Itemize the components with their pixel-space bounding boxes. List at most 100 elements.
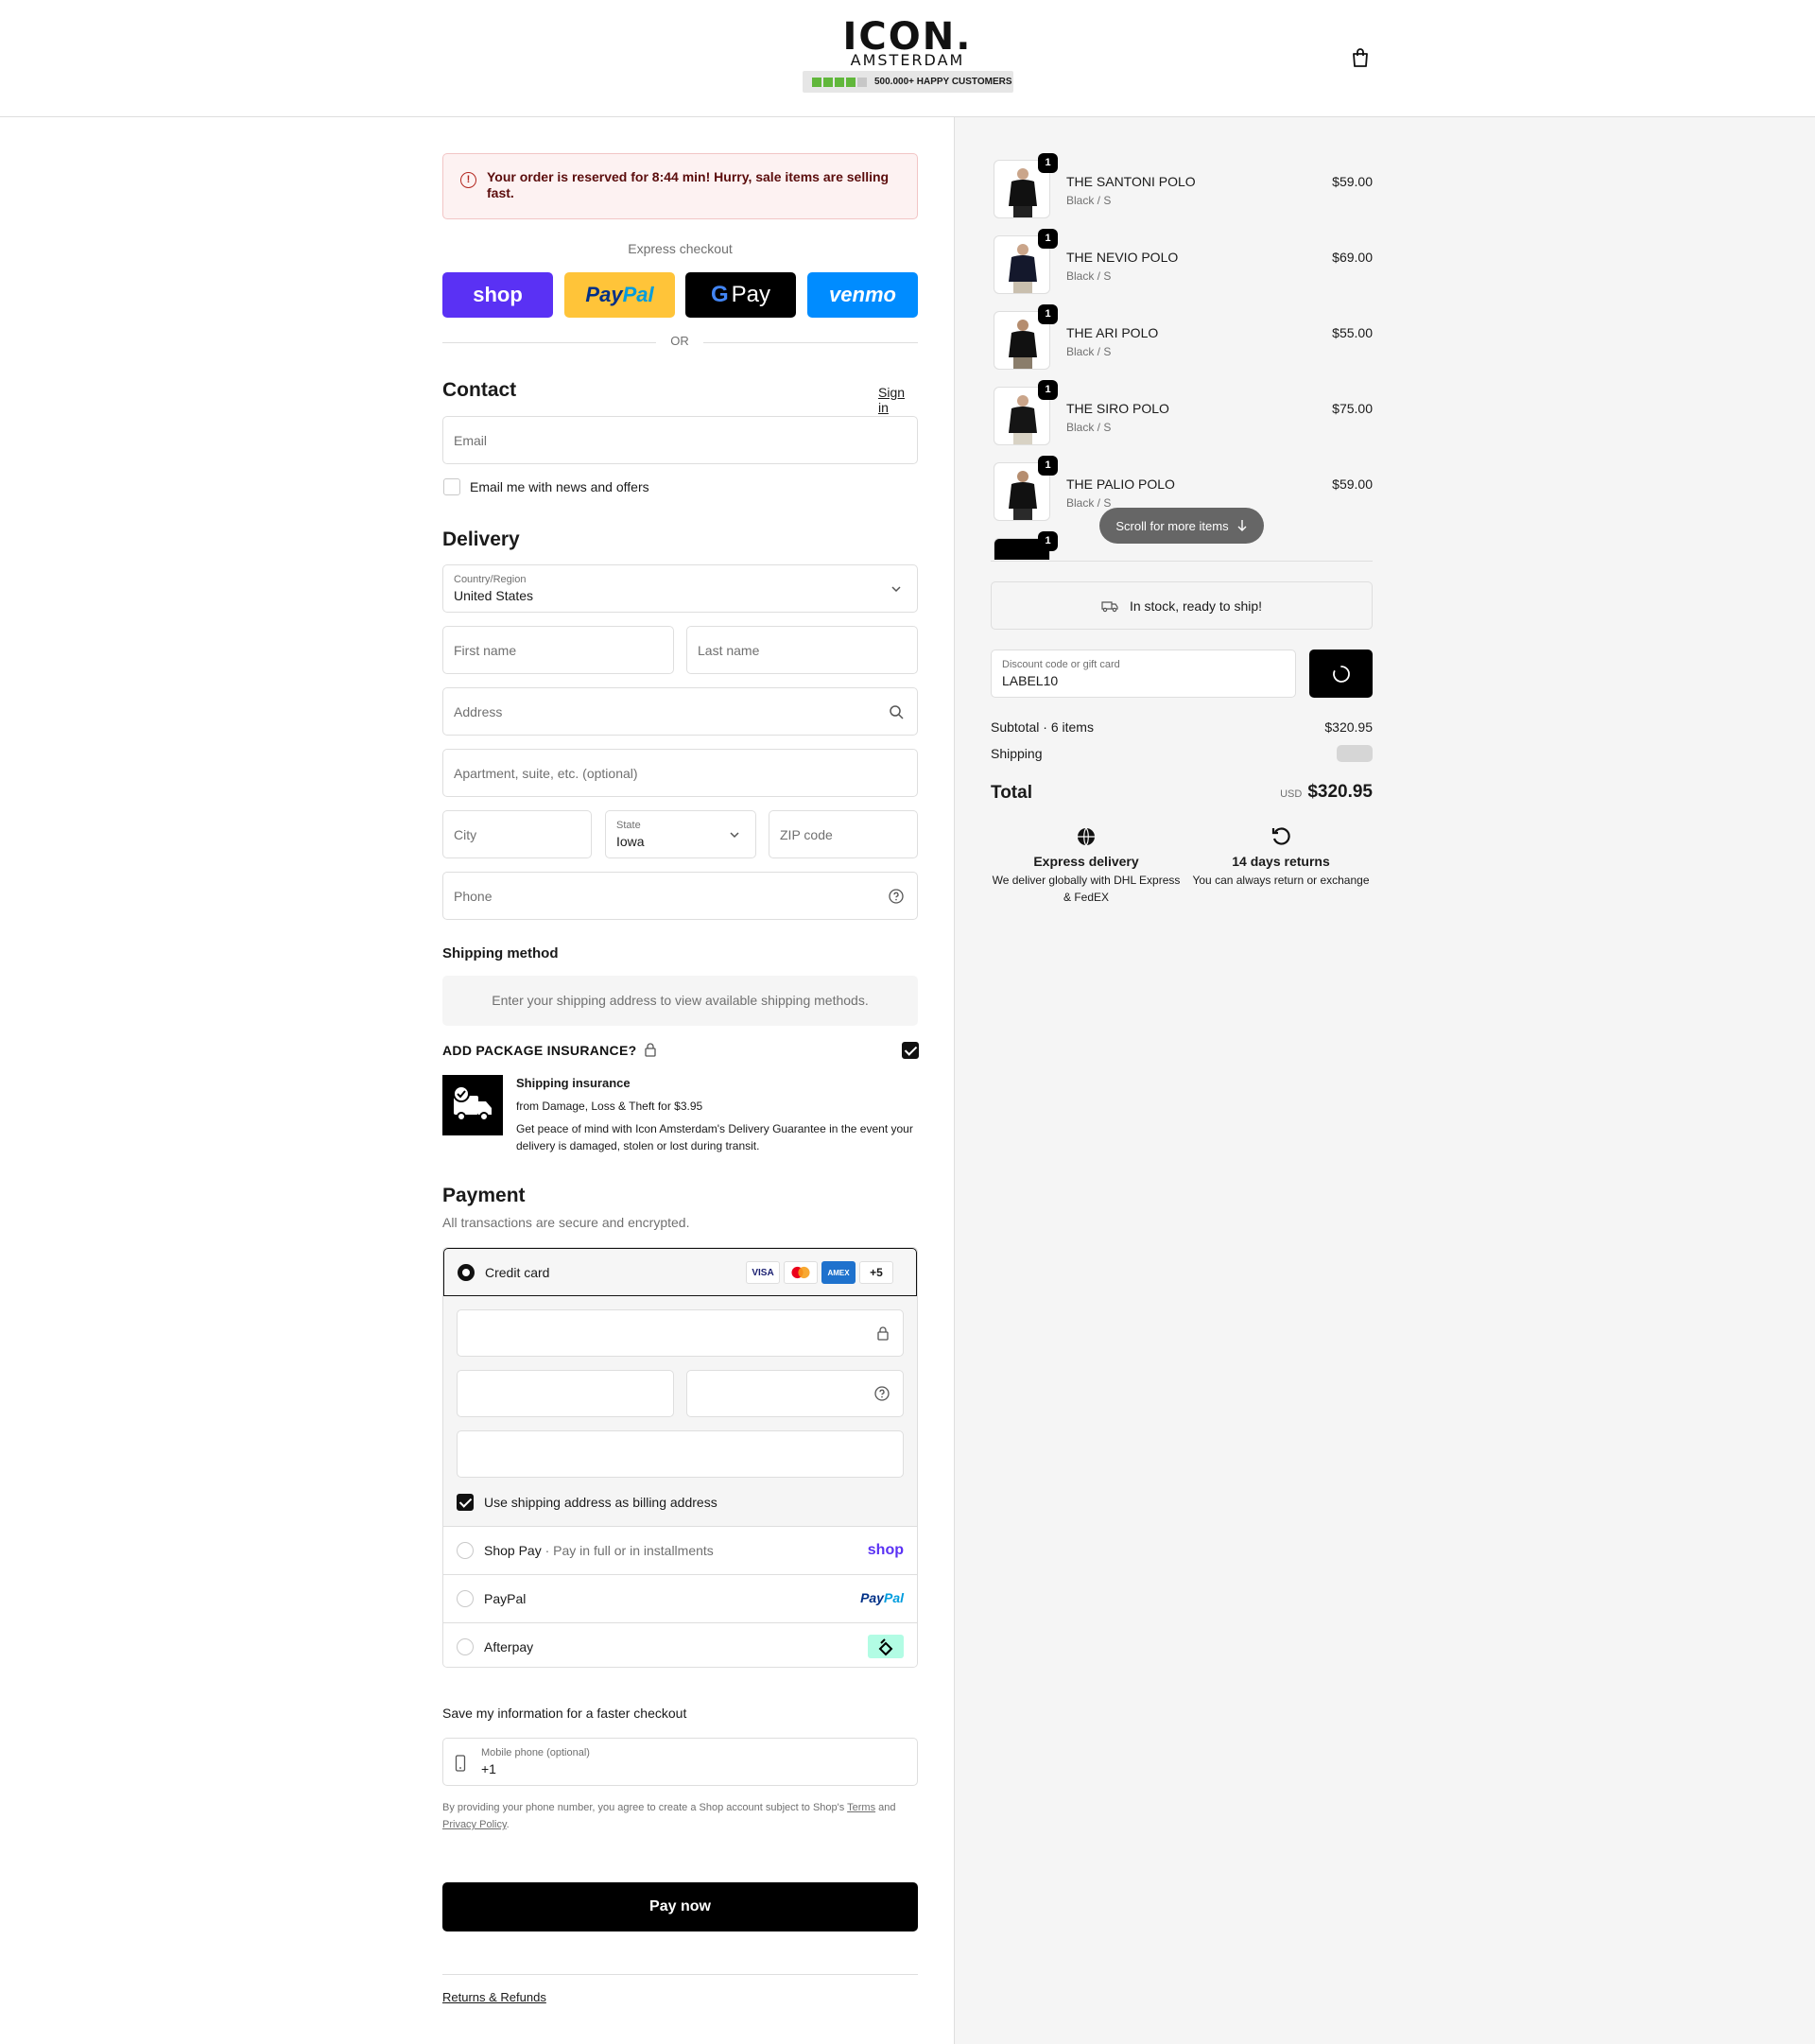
sign-in-link[interactable]: Sign in: [878, 385, 918, 415]
return-arrow-icon: [1271, 827, 1290, 845]
venmo-button[interactable]: venmo: [807, 272, 918, 318]
shipping-method-title: Shipping method: [442, 945, 559, 961]
pay-now-button[interactable]: Pay now: [442, 1882, 918, 1931]
footer-divider: [442, 1974, 918, 1975]
country-select[interactable]: Country/Region United States: [442, 564, 918, 613]
save-info-label: Save my information for a faster checkou…: [442, 1706, 687, 1721]
zip-field[interactable]: ZIP code: [769, 810, 918, 858]
credit-card-form: Use shipping address as billing address: [443, 1296, 917, 1526]
item-name: THE NEVIO POLO: [1066, 250, 1179, 265]
total-value: $320.95: [1307, 782, 1373, 802]
state-select[interactable]: State Iowa: [605, 810, 756, 858]
credit-card-option[interactable]: Credit card VISA AMEX +5: [443, 1248, 917, 1296]
trust-badge: 500.000+ HAPPY CUSTOMERS: [803, 71, 1013, 93]
paypal-radio[interactable]: [457, 1590, 474, 1607]
state-label: State: [616, 820, 641, 831]
expiry-field[interactable]: [457, 1370, 674, 1417]
credit-card-radio[interactable]: [458, 1264, 475, 1281]
last-name-placeholder: Last name: [698, 643, 760, 658]
legal-text-end: .: [506, 1819, 510, 1830]
discount-value: LABEL10: [1002, 673, 1059, 688]
item-name: THE PALIO POLO: [1066, 476, 1175, 492]
paypal-button[interactable]: Pay Pal: [564, 272, 675, 318]
brand-logo[interactable]: ICON. AMSTERDAM: [804, 17, 1011, 68]
phone-field[interactable]: Phone: [442, 872, 918, 920]
privacy-policy-link[interactable]: Privacy Policy: [442, 1819, 507, 1830]
returns-refunds-link[interactable]: Returns & Refunds: [442, 1990, 546, 2004]
google-pay-button[interactable]: G Pay: [685, 272, 796, 318]
google-g-icon: G: [710, 282, 729, 307]
visa-icon: VISA: [746, 1261, 780, 1284]
star-icon: [857, 77, 867, 87]
express-delivery-feature: Express delivery We deliver globally wit…: [991, 824, 1182, 906]
insurance-checkbox[interactable]: [902, 1042, 919, 1059]
payment-methods: Credit card VISA AMEX +5 Use shipping ad…: [442, 1247, 918, 1668]
mobile-phone-value: +1: [481, 1761, 496, 1776]
news-label: Email me with news and offers: [470, 479, 649, 494]
alert-circle-icon: !: [460, 172, 476, 188]
scroll-more-items-button[interactable]: Scroll for more items: [1099, 508, 1264, 544]
apply-discount-button[interactable]: [1309, 650, 1373, 698]
terms-link[interactable]: Terms: [847, 1802, 875, 1813]
delivery-truck-icon: [1101, 600, 1118, 612]
item-variant: Black / S: [1066, 269, 1112, 283]
item-variant: Black / S: [1066, 345, 1112, 358]
gpay-text: Pay: [731, 282, 771, 307]
item-name: THE SANTONI POLO: [1066, 174, 1196, 189]
item-variant: Black / S: [1066, 194, 1112, 207]
name-on-card-field[interactable]: [457, 1430, 904, 1478]
feature-title: 14 days returns: [1232, 854, 1330, 869]
total-label: Total: [991, 783, 1032, 803]
cart-items-list[interactable]: 1 THE SANTONI POLO Black / S $59.00 1 TH…: [991, 153, 1373, 560]
email-field[interactable]: Email: [442, 416, 918, 464]
security-code-field[interactable]: [686, 1370, 904, 1417]
subtotal-label: Subtotal · 6 items: [991, 719, 1094, 735]
shopping-bag-icon[interactable]: [1350, 47, 1371, 68]
shipping-method-message: Enter your shipping address to view avai…: [442, 976, 918, 1026]
help-circle-icon[interactable]: [889, 889, 904, 904]
or-text: OR: [656, 334, 703, 348]
shop-pay-radio[interactable]: [457, 1542, 474, 1559]
quantity-badge: 1: [1038, 380, 1058, 400]
first-name-field[interactable]: First name: [442, 626, 674, 674]
billing-address-checkbox[interactable]: [457, 1494, 474, 1511]
news-checkbox[interactable]: [443, 478, 460, 495]
shop-pay-sub: · Pay in full or in installments: [544, 1543, 714, 1558]
feature-title: Express delivery: [1033, 854, 1139, 869]
mastercard-icon: [784, 1261, 818, 1284]
payment-title: Payment: [442, 1185, 526, 1206]
legal-text-a: By providing your phone number, you agre…: [442, 1802, 845, 1813]
address-field[interactable]: Address: [442, 687, 918, 736]
total-amount: USD $320.95: [1280, 782, 1373, 803]
cart-item: 1 THE SANTONI POLO Black / S $59.00: [991, 153, 1373, 218]
paypal-option[interactable]: PayPal PayPal: [443, 1574, 917, 1622]
email-placeholder: Email: [454, 433, 488, 448]
insurance-description: Get peace of mind with Icon Amsterdam's …: [516, 1122, 913, 1152]
shop-logo: shop: [867, 1542, 904, 1558]
country-label: Country/Region: [454, 574, 527, 585]
shop-pay-name: Shop Pay: [484, 1543, 542, 1558]
shop-pay-button[interactable]: shop: [442, 272, 553, 318]
credit-card-label: Credit card: [485, 1265, 550, 1280]
item-price: $69.00: [1332, 250, 1373, 265]
city-field[interactable]: City: [442, 810, 592, 858]
star-icon: [823, 77, 833, 87]
apartment-field[interactable]: Apartment, suite, etc. (optional): [442, 749, 918, 797]
card-number-field[interactable]: [457, 1309, 904, 1357]
stock-status: In stock, ready to ship!: [991, 581, 1373, 630]
last-name-field[interactable]: Last name: [686, 626, 918, 674]
shipping-value-placeholder: [1337, 745, 1373, 762]
discount-label: Discount code or gift card: [1002, 659, 1120, 670]
item-name: THE SIRO POLO: [1066, 401, 1169, 416]
logo-sub-text: AMSTERDAM: [850, 51, 965, 69]
afterpay-label: Afterpay: [484, 1639, 534, 1654]
insurance-sub: from Damage, Loss & Theft for $3.95: [516, 1100, 703, 1113]
shop-pay-option[interactable]: Shop Pay · Pay in full or in installment…: [443, 1526, 917, 1574]
header: ICON. AMSTERDAM 500.000+ HAPPY CUSTOMERS: [0, 0, 1815, 117]
afterpay-radio[interactable]: [457, 1638, 474, 1655]
afterpay-option[interactable]: Afterpay: [443, 1622, 917, 1667]
mobile-phone-field[interactable]: Mobile phone (optional) +1: [442, 1738, 918, 1786]
discount-code-field[interactable]: Discount code or gift card LABEL10: [991, 650, 1296, 698]
help-circle-icon[interactable]: [874, 1386, 890, 1401]
quantity-badge: 1: [1038, 229, 1058, 249]
